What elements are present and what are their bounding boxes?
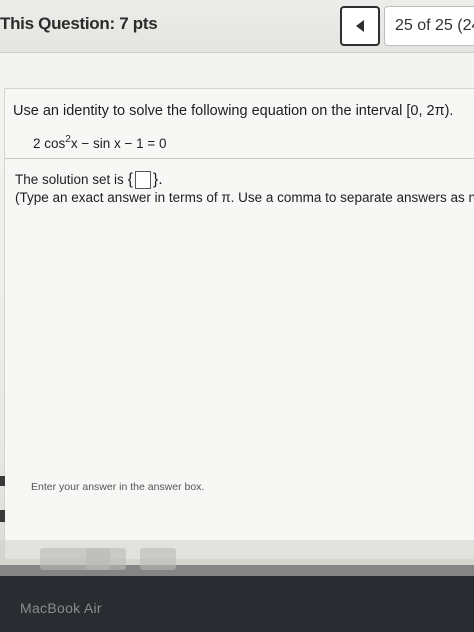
previous-question-button[interactable] (340, 6, 380, 46)
status-message: Enter your answer in the answer box. (31, 481, 205, 493)
question-panel: Use an identity to solve the following e… (4, 88, 474, 559)
answer-hint: (Type an exact answer in terms of π. Use… (15, 190, 474, 205)
question-instruction: Use an identity to solve the following e… (13, 103, 454, 119)
solution-line: The solution set is {}. (15, 171, 163, 190)
brace-close: }. (152, 171, 163, 188)
triangle-left-icon (356, 20, 364, 32)
equation-tail: x − sin x − 1 = 0 (70, 136, 167, 151)
question-points: This Question: 7 pts (0, 14, 158, 33)
brace-open: { (127, 171, 133, 188)
device-label: MacBook Air (20, 600, 102, 616)
side-marker (0, 476, 5, 486)
key-reflection (86, 548, 126, 570)
key-reflection (140, 548, 176, 570)
side-marker (0, 510, 5, 522)
question-pager[interactable]: 25 of 25 (24 (384, 6, 474, 46)
top-bar: This Question: 7 pts 25 of 25 (24 (0, 0, 474, 53)
divider (5, 158, 474, 159)
equation-exponent: 2 (65, 134, 71, 145)
screen: This Question: 7 pts 25 of 25 (24 Use an… (0, 0, 474, 565)
answer-input-box[interactable] (134, 171, 151, 190)
equation-lead: 2 cos (33, 136, 66, 151)
equation: 2 cos2x − sin x − 1 = 0 (33, 134, 167, 151)
solution-label: The solution set is (15, 172, 124, 187)
